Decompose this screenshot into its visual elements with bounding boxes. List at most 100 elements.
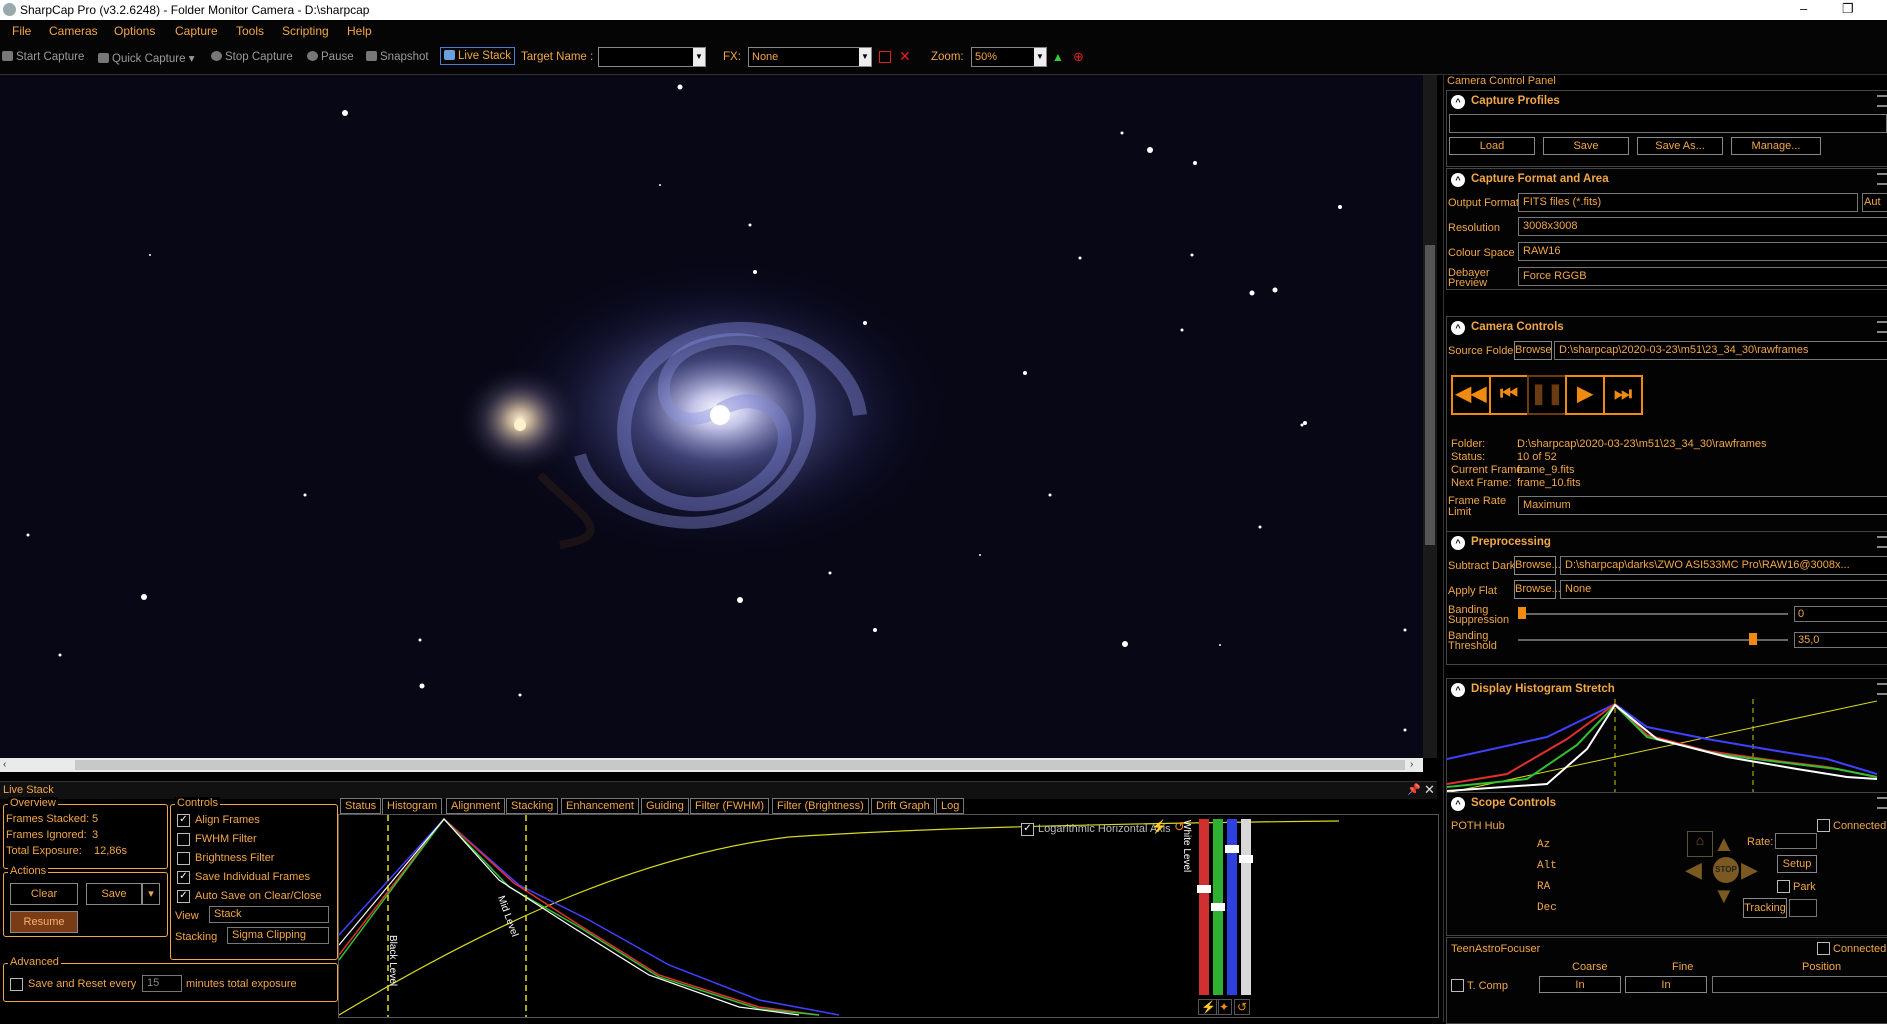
fwhm-filter-checkbox[interactable]	[177, 833, 190, 846]
tab-log[interactable]: Log	[936, 798, 965, 814]
focus-in-coarse-button[interactable]: In	[1539, 976, 1621, 993]
menu-cameras[interactable]: Cameras	[49, 24, 98, 38]
play-button[interactable]: ▶	[1565, 375, 1605, 415]
start-capture-button[interactable]: Start Capture	[2, 51, 84, 63]
log-axis-checkbox[interactable]: ✓	[1021, 823, 1034, 836]
menu-icon[interactable]	[1877, 536, 1887, 548]
apply-flat-input[interactable]: None	[1560, 580, 1887, 599]
tab-status[interactable]: Status	[340, 798, 382, 814]
lightning-icon[interactable]: ⚡	[1151, 819, 1167, 835]
slider-handle[interactable]	[1518, 607, 1526, 619]
collapse-icon[interactable]: ^	[1451, 95, 1465, 109]
menu-icon[interactable]	[1877, 797, 1887, 809]
red-level-slider[interactable]	[1199, 819, 1209, 995]
tab-stacking[interactable]: Stacking	[506, 798, 559, 814]
target-icon[interactable]: ⊕	[1073, 49, 1084, 65]
minimize-button[interactable]: –	[1800, 1, 1807, 16]
collapse-icon[interactable]: ^	[1451, 173, 1465, 187]
tab-enhancement[interactable]: Enhancement	[561, 798, 639, 814]
north-arrow-icon[interactable]: ▲	[1713, 831, 1735, 857]
colour-space-select[interactable]: RAW16	[1518, 242, 1887, 261]
subtract-dark-input[interactable]: D:\sharpcap\darks\ZWO ASI533MC Pro\RAW16…	[1560, 556, 1887, 575]
tab-filter-brightness[interactable]: Filter (Brightness)	[772, 798, 869, 814]
menu-scripting[interactable]: Scripting	[282, 24, 329, 38]
minutes-stepper[interactable]: 15	[142, 975, 182, 992]
banding-threshold-value[interactable]: 35,0	[1794, 632, 1887, 648]
focus-in-fine-button[interactable]: In	[1625, 976, 1707, 993]
save-individual-checkbox[interactable]: ✓	[177, 871, 190, 884]
output-format-extra[interactable]: Aut	[1862, 193, 1887, 212]
menu-file[interactable]: File	[12, 24, 31, 38]
rate-select[interactable]	[1775, 833, 1817, 849]
crosshair-icon[interactable]: ✕	[899, 48, 911, 65]
west-arrow-icon[interactable]: ◀	[1685, 857, 1702, 883]
source-folder-input[interactable]: D:\sharpcap\2020-03-23\m51\23_34_30\rawf…	[1554, 341, 1887, 360]
step-forward-button[interactable]: ⏭	[1603, 375, 1643, 415]
lum-level-slider[interactable]	[1241, 819, 1251, 995]
zoom-select[interactable]: 50% ▼	[971, 47, 1047, 67]
stop-slew-button[interactable]: STOP	[1713, 857, 1739, 883]
collapse-icon[interactable]: ^	[1451, 536, 1465, 550]
frame-rate-select[interactable]: Maximum	[1518, 496, 1887, 515]
chevron-down-icon[interactable]: ▼	[859, 48, 871, 66]
home-icon[interactable]: ⌂	[1687, 831, 1713, 857]
scroll-thumb[interactable]	[1425, 245, 1435, 545]
brightness-filter-checkbox[interactable]	[177, 852, 190, 865]
park-checkbox[interactable]	[1777, 880, 1790, 893]
close-icon[interactable]: ✕	[1424, 782, 1435, 798]
menu-tools[interactable]: Tools	[236, 24, 264, 38]
south-arrow-icon[interactable]: ▼	[1713, 883, 1735, 909]
tab-alignment[interactable]: Alignment	[446, 798, 505, 814]
slider-handle[interactable]	[1749, 633, 1757, 645]
collapse-icon[interactable]: ^	[1451, 321, 1465, 335]
view-select[interactable]: Stack	[209, 906, 329, 923]
chevron-down-icon[interactable]: ▼	[1034, 48, 1046, 66]
live-stack-histogram[interactable]: Black Level Mid Level ✓ Logarithmic Hori…	[338, 814, 1439, 1018]
menu-help[interactable]: Help	[347, 24, 372, 38]
profile-select[interactable]	[1449, 114, 1887, 133]
scroll-thumb[interactable]	[75, 760, 1405, 770]
slider-handle[interactable]	[1225, 845, 1239, 853]
save-options-dropdown[interactable]: ▾	[142, 883, 160, 905]
menu-icon[interactable]	[1877, 95, 1887, 107]
pin-icon[interactable]: 📌	[1407, 783, 1421, 796]
banding-threshold-slider[interactable]	[1518, 639, 1788, 641]
browse-dark-button[interactable]: Browse...	[1514, 556, 1561, 575]
slider-handle[interactable]	[1239, 855, 1253, 863]
scroll-left-icon[interactable]: ‹	[3, 759, 6, 770]
image-viewer[interactable]	[0, 75, 1423, 758]
menu-capture[interactable]: Capture	[175, 24, 218, 38]
load-profile-button[interactable]: Load	[1449, 137, 1535, 155]
clear-stack-button[interactable]: Clear	[10, 883, 78, 905]
browse-flat-button[interactable]: Browse...	[1514, 580, 1561, 599]
tab-guiding[interactable]: Guiding	[641, 798, 689, 814]
debayer-select[interactable]: Force RGGB	[1518, 267, 1887, 286]
pause-button[interactable]: Pause	[307, 51, 354, 63]
menu-icon[interactable]	[1877, 321, 1887, 333]
scope-setup-button[interactable]: Setup	[1777, 855, 1817, 873]
resume-button[interactable]: Resume	[10, 911, 78, 933]
scope-connected-checkbox[interactable]	[1817, 819, 1830, 832]
stretch-histogram[interactable]	[1447, 699, 1877, 793]
sparkle-icon[interactable]: ✦	[1216, 999, 1233, 1015]
quick-capture-button[interactable]: Quick Capture ▾	[98, 51, 194, 65]
collapse-icon[interactable]: ^	[1451, 683, 1465, 697]
focuser-position-field[interactable]	[1712, 976, 1887, 993]
menu-options[interactable]: Options	[114, 24, 155, 38]
tab-filter-fwhm[interactable]: Filter (FWHM)	[690, 798, 770, 814]
align-frames-checkbox[interactable]: ✓	[177, 814, 190, 827]
save-reset-checkbox[interactable]	[10, 978, 23, 991]
banding-suppression-slider[interactable]	[1518, 613, 1788, 615]
east-arrow-icon[interactable]: ▶	[1741, 857, 1758, 883]
resolution-select[interactable]: 3008x3008	[1518, 217, 1887, 236]
menu-icon[interactable]	[1877, 173, 1887, 185]
scroll-right-icon[interactable]: ›	[1410, 759, 1413, 770]
focuser-connected-checkbox[interactable]	[1817, 942, 1830, 955]
target-name-input[interactable]: ▼	[598, 47, 706, 67]
save-as-profile-button[interactable]: Save As...	[1637, 137, 1723, 155]
stacking-select[interactable]: Sigma Clipping	[227, 927, 329, 944]
maximize-button[interactable]: ❐	[1842, 1, 1854, 17]
slider-handle[interactable]	[1211, 903, 1225, 911]
step-back-button[interactable]: ⏮	[1489, 375, 1529, 415]
horizontal-scrollbar[interactable]: ‹ ›	[0, 758, 1423, 772]
